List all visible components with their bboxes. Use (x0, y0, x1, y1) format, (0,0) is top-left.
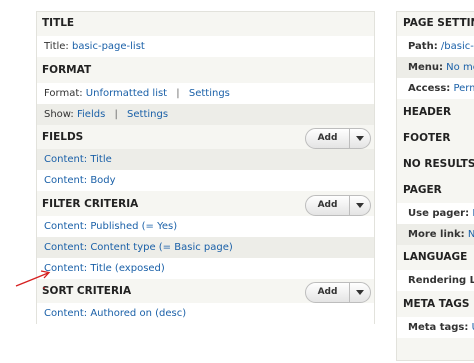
pager-heading: PAGER (403, 184, 442, 196)
use-pager-row: Use pager: M (397, 203, 474, 224)
page-settings-heading: PAGE SETTIN (403, 17, 474, 29)
sort-section-heading: SORT CRITERIA (42, 285, 132, 297)
sort-add-dropdown[interactable] (349, 283, 370, 302)
format-separator: | (176, 88, 180, 99)
show-settings-link[interactable]: Settings (127, 109, 168, 120)
filter-item: Content: Published (= Yes) (37, 216, 374, 237)
filter-item: Content: Title (exposed) (37, 258, 374, 279)
footer-heading: FOOTER (403, 132, 451, 144)
more-link-label: More link: (408, 229, 465, 240)
more-link-row: More link: No (397, 224, 474, 245)
sort-item: Content: Authored on (desc) (37, 303, 374, 324)
fields-add-dropdown[interactable] (349, 129, 370, 148)
filter-add-button[interactable]: Add (305, 195, 371, 216)
filter-link-title-exposed[interactable]: Content: Title (exposed) (44, 263, 165, 274)
title-link[interactable]: basic-page-list (72, 41, 145, 52)
main-column: TITLE Title: basic-page-list FORMAT Form… (36, 11, 375, 324)
sort-add-button[interactable]: Add (305, 282, 371, 303)
rendering-row: Rendering La (397, 270, 474, 291)
format-section-heading: FORMAT (42, 64, 92, 76)
title-section-heading: TITLE (42, 17, 75, 29)
sort-link-authored[interactable]: Content: Authored on (desc) (44, 308, 186, 319)
header-heading: HEADER (403, 106, 452, 118)
more-link-link[interactable]: No (468, 229, 474, 240)
fields-add-button[interactable]: Add (305, 128, 371, 149)
show-link[interactable]: Fields (77, 109, 105, 120)
fields-section-heading: FIELDS (42, 131, 84, 143)
fields-add-label[interactable]: Add (306, 129, 349, 148)
meta-tags-heading: META TAGS (403, 298, 470, 310)
field-link-body[interactable]: Content: Body (44, 175, 116, 186)
format-label: Format: (44, 88, 83, 99)
menu-label: Menu: (408, 62, 443, 73)
title-label: Title: (44, 41, 69, 52)
meta-tags-row: Meta tags: U (397, 317, 474, 338)
show-label: Show: (44, 109, 74, 120)
filter-add-label[interactable]: Add (306, 196, 349, 215)
fields-item: Content: Title (37, 149, 374, 170)
chevron-down-icon (356, 136, 364, 141)
access-row: Access: Perm (397, 78, 474, 99)
filter-section-heading: FILTER CRITERIA (42, 198, 139, 210)
access-link[interactable]: Perm (453, 83, 474, 94)
menu-link[interactable]: No me (446, 62, 474, 73)
show-separator: | (114, 109, 118, 120)
filter-add-dropdown[interactable] (349, 196, 370, 215)
filter-item: Content: Content type (= Basic page) (37, 237, 374, 258)
language-heading: LANGUAGE (403, 251, 468, 263)
filter-link-published[interactable]: Content: Published (= Yes) (44, 221, 177, 232)
rendering-label: Rendering La (408, 275, 474, 286)
format-link[interactable]: Unformatted list (86, 88, 167, 99)
meta-tags-label: Meta tags: (408, 322, 469, 333)
path-row: Path: /basic- (397, 36, 474, 57)
path-link[interactable]: /basic- (441, 41, 474, 52)
format-settings-link[interactable]: Settings (189, 88, 230, 99)
chevron-down-icon (356, 290, 364, 295)
chevron-down-icon (356, 203, 364, 208)
title-row: Title: basic-page-list (37, 36, 374, 57)
filter-link-content-type[interactable]: Content: Content type (= Basic page) (44, 242, 233, 253)
settings-column: PAGE SETTIN Path: /basic- Menu: No me Ac… (396, 11, 474, 361)
no-results-heading: NO RESULTS (403, 158, 474, 170)
sort-add-label[interactable]: Add (306, 283, 349, 302)
fields-item: Content: Body (37, 170, 374, 191)
format-row: Format: Unformatted list | Settings (37, 83, 374, 104)
field-link-title[interactable]: Content: Title (44, 154, 112, 165)
path-label: Path: (408, 41, 438, 52)
menu-row: Menu: No me (397, 57, 474, 78)
show-row: Show: Fields | Settings (37, 104, 374, 125)
use-pager-label: Use pager: (408, 208, 470, 219)
access-label: Access: (408, 83, 451, 94)
annotation-arrow-icon (15, 270, 51, 289)
